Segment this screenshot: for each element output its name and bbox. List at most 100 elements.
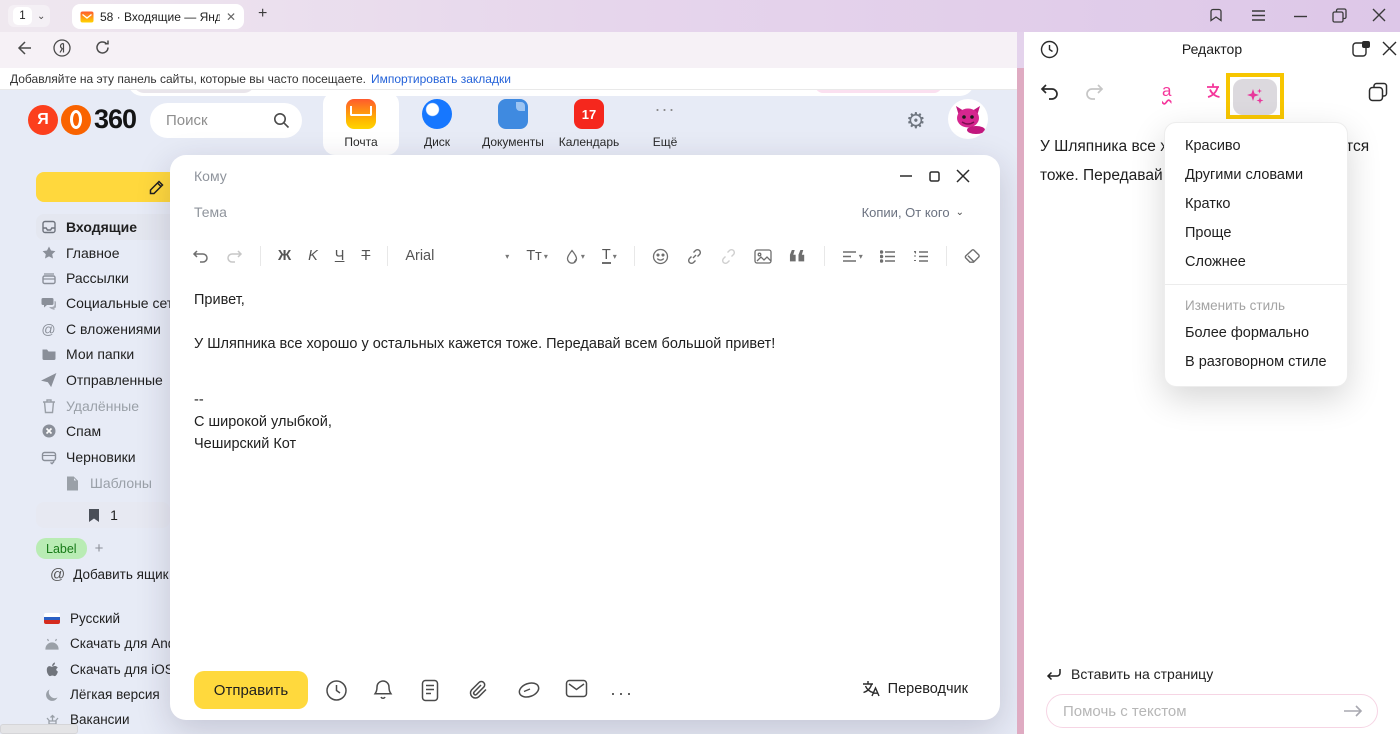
spellcheck-icon[interactable]: a (1162, 81, 1171, 101)
bold-button[interactable]: Ж (278, 248, 291, 264)
ai-prompt-input[interactable]: Помочь с текстом (1046, 694, 1378, 728)
link-label: Русский (70, 611, 120, 626)
copy-icon[interactable] (1368, 82, 1388, 102)
add-label-icon[interactable]: + (95, 540, 104, 557)
close-window-icon[interactable] (1372, 8, 1386, 22)
bullet-list-icon[interactable] (880, 250, 896, 263)
menu-item-complexify[interactable]: Сложнее (1165, 248, 1347, 277)
new-tab-button[interactable]: + (258, 5, 267, 23)
tab-group-button[interactable]: 1 ⌄ (8, 5, 50, 27)
italic-button[interactable]: K (308, 248, 318, 264)
font-size-button[interactable]: Tт▾ (526, 248, 548, 264)
image-icon[interactable] (754, 249, 772, 264)
align-button[interactable]: ▾ (842, 250, 863, 263)
note-card-icon[interactable] (421, 679, 439, 702)
back-icon[interactable] (14, 39, 32, 57)
side-panels-icon[interactable] (1208, 7, 1224, 23)
saved-bookmarks-row[interactable]: 1 (36, 502, 170, 528)
yandex-services-icon[interactable] (52, 38, 72, 58)
light-version-link[interactable]: Лёгкая версия (44, 682, 160, 707)
to-field[interactable]: Кому (194, 168, 227, 184)
folder-label: С вложениями (66, 321, 161, 337)
redo-icon[interactable] (1084, 83, 1104, 101)
open-in-window-icon[interactable] (1352, 40, 1371, 58)
link-label: Вакансии (70, 712, 130, 727)
chevron-down-icon[interactable]: ⌄ (37, 11, 45, 22)
user-avatar[interactable] (948, 99, 988, 139)
underline-button[interactable]: Ч (335, 248, 345, 264)
more-actions-icon[interactable]: ··· (610, 683, 634, 704)
app-calendar[interactable]: 17 Календарь (551, 92, 627, 155)
font-size-glyph: Tт (526, 248, 542, 264)
settings-gear-icon[interactable]: ⚙ (906, 108, 926, 134)
subject-field[interactable]: Тема (194, 204, 227, 220)
app-disk[interactable]: Диск (399, 92, 475, 155)
app-docs[interactable]: Документы (475, 92, 551, 155)
close-panel-icon[interactable] (1382, 41, 1397, 56)
body-line (194, 311, 974, 333)
schedule-send-icon[interactable] (325, 679, 348, 702)
quote-icon[interactable] (789, 249, 807, 263)
add-mailbox-button[interactable]: @ Добавить ящик (50, 566, 169, 583)
menu-section-change-style: Изменить стиль (1165, 292, 1347, 319)
import-bookmarks-link[interactable]: Импортировать закладки (371, 72, 511, 86)
yandex360-logo[interactable]: Я 360 (28, 104, 136, 135)
eraser-icon[interactable] (964, 249, 981, 263)
minimize-compose-icon[interactable] (899, 174, 913, 178)
translator-button[interactable]: Переводчик (861, 679, 968, 698)
link-icon[interactable] (686, 248, 703, 265)
pen-disk-icon[interactable] (517, 679, 541, 701)
strikethrough-button[interactable]: Т (361, 248, 370, 264)
unlink-icon[interactable] (720, 248, 737, 265)
restore-window-icon[interactable] (1332, 8, 1347, 23)
menu-item-more-formal[interactable]: Более формально (1165, 319, 1347, 348)
compose-pencil-icon (149, 180, 164, 195)
menu-item-conversational[interactable]: В разговорном стиле (1165, 348, 1347, 377)
formatting-toolbar: Ж K Ч Т Arial ▾ Tт▾ ▾ Т▾ (192, 241, 981, 271)
highlight-color-button[interactable]: ▾ (565, 249, 585, 264)
menu-item-rephrase[interactable]: Другими словами (1165, 161, 1347, 190)
close-compose-icon[interactable] (956, 169, 970, 183)
tab-close-icon[interactable]: ✕ (226, 10, 236, 24)
app-label: Почта (344, 135, 377, 149)
envelope-icon[interactable] (565, 679, 588, 698)
download-ios-link[interactable]: Скачать для iOS (44, 657, 174, 682)
bookmark-count: 1 (110, 507, 118, 523)
undo-icon[interactable] (1040, 83, 1060, 101)
ai-sparkles-button[interactable] (1233, 79, 1277, 115)
numbered-list-icon[interactable] (913, 250, 929, 263)
tab-group-count[interactable]: 1 (13, 7, 32, 25)
label-pill[interactable]: Label (36, 538, 87, 559)
submit-arrow-icon[interactable] (1343, 704, 1363, 718)
font-family-select[interactable]: Arial ▾ (405, 248, 509, 264)
insert-to-page-button[interactable]: Вставить на страницу (1046, 666, 1213, 682)
app-mail[interactable]: Почта (323, 92, 399, 155)
undo-icon[interactable] (192, 249, 209, 264)
search-input[interactable]: Поиск (150, 103, 302, 138)
menu-item-beautify[interactable]: Красиво (1165, 132, 1347, 161)
app-more[interactable]: ··· Ещё (627, 92, 703, 155)
redo-icon[interactable] (226, 249, 243, 264)
search-icon[interactable] (273, 112, 290, 129)
compose-window: Кому Тема Копии, От кого ⌄ Ж K Ч Т Arial… (170, 155, 1000, 720)
menu-item-shorten[interactable]: Кратко (1165, 190, 1347, 219)
send-button[interactable]: Отправить (194, 671, 308, 709)
signature-separator: -- (194, 389, 974, 411)
email-body[interactable]: Привет, У Шляпника все хорошо у остальны… (194, 289, 974, 455)
translate-icon[interactable] (1204, 81, 1226, 103)
menu-item-simplify[interactable]: Проще (1165, 219, 1347, 248)
menu-icon[interactable] (1251, 9, 1266, 22)
body-line: Привет, (194, 289, 974, 311)
active-tab[interactable]: 58 · Входящие — Янде ✕ (72, 4, 244, 29)
emoji-icon[interactable] (652, 248, 669, 265)
expand-compose-icon[interactable] (929, 171, 940, 182)
folder-label: Мои папки (66, 346, 134, 362)
refresh-icon[interactable] (94, 39, 111, 56)
minimize-window-icon[interactable] (1294, 15, 1307, 18)
notify-bell-icon[interactable] (373, 679, 393, 702)
attach-file-icon[interactable] (469, 679, 489, 702)
more-apps-icon: ··· (650, 99, 680, 129)
language-link[interactable]: Русский (44, 606, 120, 631)
text-color-button[interactable]: Т▾ (602, 248, 617, 264)
cc-from-toggle[interactable]: Копии, От кого ⌄ (862, 205, 964, 220)
